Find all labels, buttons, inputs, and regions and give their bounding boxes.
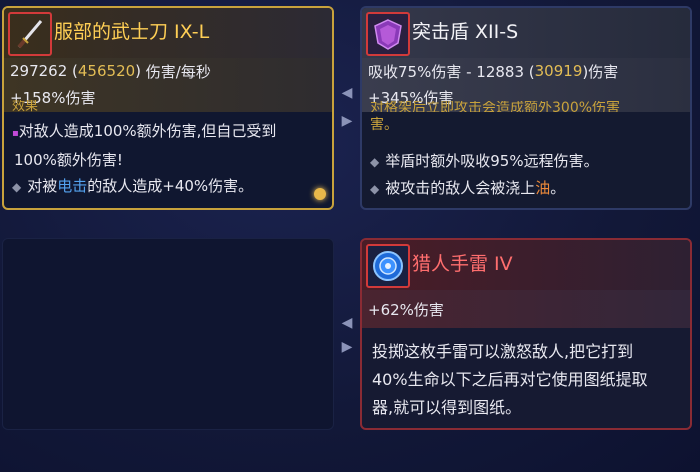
shield-clipped-line2: 害。 <box>370 117 398 133</box>
weapon-dps-max: 456520 <box>77 62 136 80</box>
weapon-clipped-text: 效果 <box>12 100 39 112</box>
grenade-description: 投掷这枚手雷可以激怒敌人,把它打到 40%生命以下之后再对它使用图纸提取 器,就… <box>372 342 648 417</box>
shield-stat-max: 30919 <box>534 62 583 80</box>
grenade-icon <box>366 244 410 288</box>
arrow-left-icon: ◀ <box>341 315 353 331</box>
bullet-icon: ◆ <box>12 180 22 194</box>
weapon-effects: ▪对敌人造成100%额外伤害,但自己受到 100%额外伤害! ◆ 对被电击的敌人造… <box>12 118 276 200</box>
compare-arrows: ◀ ▶ <box>336 86 358 128</box>
shield-effect-1: ◆ 举盾时额外吸收95%远程伤害。 <box>370 152 599 170</box>
arrow-right-icon: ▶ <box>341 113 353 129</box>
weapon-dps: 297262 <box>10 62 68 80</box>
shield-effect-2: ◆ 被攻击的敌人会被浇上油。 <box>370 179 566 197</box>
empty-slot-card[interactable] <box>2 238 334 430</box>
grenade-card[interactable]: 猎人手雷 IV +62%伤害 投掷这枚手雷可以激怒敌人,把它打到 40%生命以下… <box>360 238 692 430</box>
arrow-right-icon: ▶ <box>341 339 353 355</box>
weapon-card[interactable]: 服部的武士刀 IX-L 297262 (456520) 伤害/每秒 +158%伤… <box>2 6 334 210</box>
weapon-dps-line: 297262 (456520) 伤害/每秒 <box>10 62 211 81</box>
grenade-bonus: +62%伤害 <box>368 300 444 319</box>
weapon-title: 服部的武士刀 IX-L <box>54 20 210 43</box>
shield-card[interactable]: 突击盾 XII-S 吸收75%伤害 - 12883 (30919)伤害 +345… <box>360 6 692 210</box>
compare-arrows-bottom: ◀ ▶ <box>336 316 358 354</box>
shield-stat-line: 吸收75%伤害 - 12883 (30919)伤害 <box>368 62 619 81</box>
katana-icon <box>8 12 52 56</box>
bullet-icon: ◆ <box>370 182 380 196</box>
shield-icon <box>366 12 410 56</box>
weapon-effect-1b: 100%额外伤害! <box>14 151 123 169</box>
arrow-left-icon: ◀ <box>341 85 353 101</box>
shield-effects: ◆ 举盾时额外吸收95%远程伤害。 ◆ 被攻击的敌人会被浇上油。 <box>370 148 599 202</box>
corner-gem-icon <box>314 188 326 200</box>
shield-title: 突击盾 XII-S <box>412 20 519 43</box>
shield-clipped-text: 对格架后立即攻击会造成额外300%伤害 <box>370 101 621 112</box>
grenade-title: 猎人手雷 IV <box>412 252 513 275</box>
weapon-dps-unit: 伤害/每秒 <box>145 62 211 81</box>
weapon-effect-1: ▪对敌人造成100%额外伤害,但自己受到 <box>12 122 277 140</box>
bullet-icon: ◆ <box>370 155 380 169</box>
weapon-effect-2: ◆ 对被电击的敌人造成+40%伤害。 <box>12 177 254 195</box>
weapon-bonus: +158%伤害 <box>10 88 96 107</box>
